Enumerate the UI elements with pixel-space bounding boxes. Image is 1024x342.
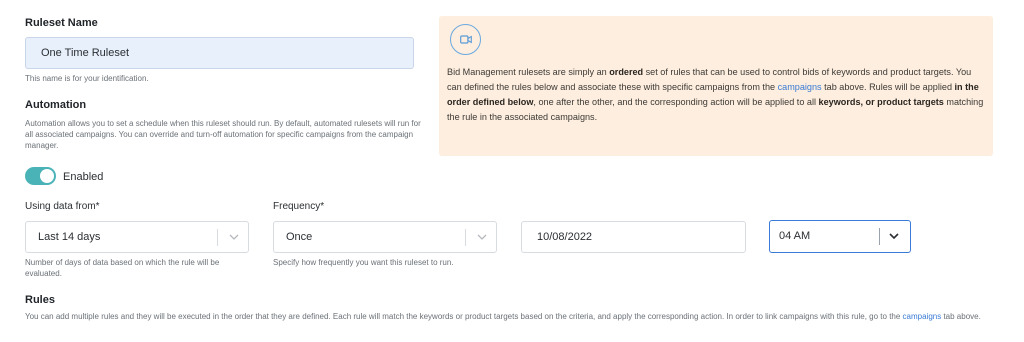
info-text-part: Bid Management rulesets are simply an [447,67,610,77]
select-separator [465,229,466,246]
automation-title: Automation [25,99,87,111]
data-from-select[interactable]: Last 14 days [25,221,249,253]
info-text-part: tab above. Rules will be applied [821,82,955,92]
automation-toggle[interactable] [25,167,56,185]
ruleset-name-help: This name is for your identification. [25,74,149,83]
data-from-value: Last 14 days [38,231,101,243]
time-value: 04 AM [779,230,811,242]
chevron-down-icon [477,234,487,240]
frequency-help: Specify how frequently you want this rul… [273,258,454,267]
frequency-value: Once [286,231,313,243]
rules-text-part: You can add multiple rules and they will… [25,312,903,321]
info-bold-keywords: keywords, or product targets [818,97,944,107]
toggle-knob [40,169,54,183]
data-from-label: Using data from* [25,201,100,212]
automation-toggle-label: Enabled [63,171,104,183]
rules-campaigns-link[interactable]: campaigns [903,312,942,321]
ruleset-name-value: One Time Ruleset [41,47,130,59]
campaigns-link[interactable]: campaigns [778,82,822,92]
ruleset-name-title: Ruleset Name [25,17,98,29]
frequency-label: Frequency* [273,201,325,212]
info-bold-ordered: ordered [609,67,644,77]
rules-title: Rules [25,294,55,306]
select-separator [217,229,218,246]
automation-help: Automation allows you to set a schedule … [25,119,421,150]
rules-help: You can add multiple rules and they will… [25,311,1000,322]
info-panel: Bid Management rulesets are simply an or… [439,16,993,156]
frequency-select[interactable]: Once [273,221,497,253]
time-select[interactable]: 04 AM [769,220,911,253]
date-input[interactable]: 10/08/2022 [521,221,746,253]
rules-text-part: tab above. [941,312,981,321]
select-separator [879,228,880,245]
info-text: Bid Management rulesets are simply an or… [447,65,987,125]
chevron-down-icon [229,234,239,240]
video-camera-icon [450,24,481,55]
info-text-part: , one after the other, and the correspon… [533,97,819,107]
ruleset-name-input[interactable]: One Time Ruleset [25,37,414,69]
chevron-down-icon [889,233,899,240]
date-value: 10/08/2022 [537,231,593,243]
data-from-help: Number of days of data based on which th… [25,258,220,278]
